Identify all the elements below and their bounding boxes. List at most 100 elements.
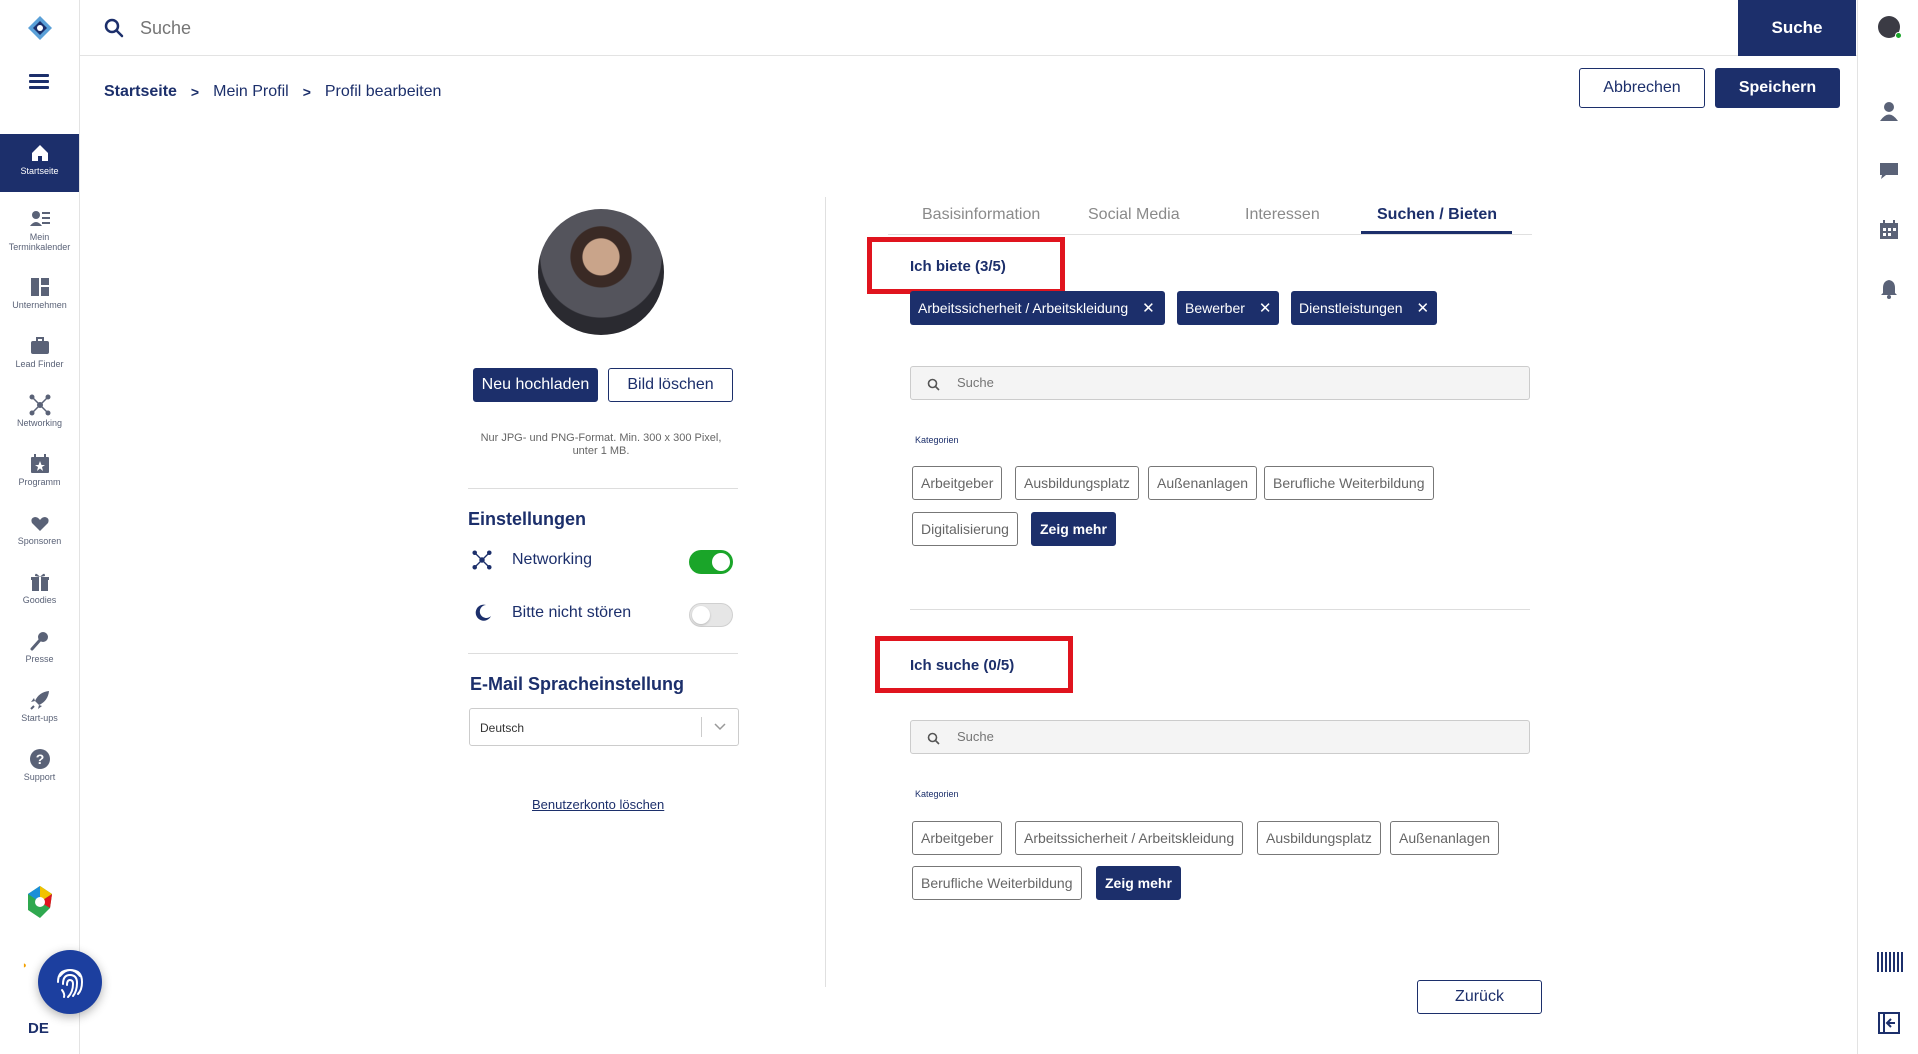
home-icon — [31, 145, 48, 161]
tab-interessen[interactable]: Interessen — [1245, 206, 1320, 224]
global-search-button[interactable]: Suche — [1738, 0, 1856, 56]
category-chip[interactable]: Ausbildungsplatz — [1015, 466, 1139, 500]
briefcase-icon — [30, 337, 49, 354]
seek-search-input[interactable] — [957, 729, 1457, 744]
profile-icon[interactable] — [1878, 100, 1900, 122]
active-tab-indicator — [1361, 231, 1512, 234]
email-language-title: E-Mail Spracheinstellung — [470, 674, 685, 694]
category-chip[interactable]: Außenanlagen — [1148, 466, 1258, 500]
do-not-disturb-label: Bitte nicht stören — [512, 604, 632, 621]
calendar-icon[interactable] — [1878, 219, 1900, 241]
search-icon — [927, 732, 940, 745]
partner-logo-small: ◗ — [22, 960, 28, 970]
category-chip[interactable]: Arbeitssicherheit / Arbeitskleidung — [1015, 821, 1244, 855]
menu-icon[interactable] — [29, 74, 49, 90]
show-more-button[interactable]: Zeig mehr — [1096, 866, 1181, 900]
search-icon — [927, 378, 940, 391]
right-sidebar — [1857, 0, 1918, 1054]
sidebar-item-startseite[interactable]: Startseite — [0, 134, 79, 192]
sidebar-item-start-ups[interactable]: Start-ups — [0, 681, 79, 739]
fingerprint-button[interactable] — [38, 950, 102, 1014]
sidebar-item-lead-finder[interactable]: Lead Finder — [0, 327, 79, 385]
top-bar: Suche — [80, 0, 1857, 56]
partner-logo-icon — [28, 886, 52, 918]
email-language-select[interactable]: Deutsch — [469, 708, 739, 746]
upload-photo-button[interactable]: Neu hochladen — [473, 368, 598, 402]
companies-icon — [30, 278, 49, 296]
networking-toggle[interactable] — [689, 550, 733, 574]
sidebar-item-unternehmen[interactable]: Unternehmen — [0, 268, 79, 326]
breadcrumb-current: Profil bearbeiten — [324, 83, 442, 100]
collapse-panel-icon[interactable] — [1878, 1012, 1900, 1034]
category-chip[interactable]: Außenanlagen — [1390, 821, 1500, 855]
sidebar-item-goodies[interactable]: Goodies — [0, 563, 79, 621]
save-button[interactable]: Speichern — [1715, 68, 1840, 108]
sidebar-item-networking[interactable]: Networking — [0, 386, 79, 444]
selected-chip[interactable]: Arbeitssicherheit / Arbeitskleidung ✕ — [910, 291, 1165, 325]
close-icon[interactable]: ✕ — [1417, 299, 1430, 317]
category-chip[interactable]: Berufliche Weiterbildung — [912, 866, 1082, 900]
seek-title: Ich suche (0/5) — [910, 657, 1015, 674]
sidebar-item-support[interactable]: ? Support — [0, 740, 79, 798]
calendar-people-icon — [29, 211, 50, 226]
search-icon — [104, 18, 124, 38]
heart-hand-icon — [30, 517, 49, 531]
tab-basisinformation[interactable]: Basisinformation — [922, 206, 1040, 224]
language-switch[interactable]: DE — [28, 1020, 49, 1037]
chevron-down-icon — [714, 723, 726, 731]
settings-title: Einstellungen — [468, 509, 587, 529]
chip-label: Dienstleistungen — [1299, 300, 1403, 316]
sidebar-item-label: Sponsoren — [17, 536, 62, 546]
divider — [468, 488, 738, 489]
chat-icon[interactable] — [1878, 160, 1900, 182]
category-chip[interactable]: Arbeitgeber — [912, 821, 1003, 855]
sidebar-item-label: Networking — [16, 418, 63, 428]
online-status-dot — [1895, 32, 1902, 39]
barcode-icon[interactable] — [1876, 950, 1904, 974]
do-not-disturb-toggle[interactable] — [689, 603, 733, 627]
seek-categories-label: Kategorien — [915, 789, 959, 799]
program-icon — [30, 454, 49, 473]
selected-chip[interactable]: Dienstleistungen ✕ — [1291, 291, 1437, 325]
column-separator — [825, 197, 826, 987]
breadcrumb-profile[interactable]: Mein Profil — [213, 83, 289, 101]
show-more-button[interactable]: Zeig mehr — [1031, 512, 1116, 546]
profile-photo — [538, 209, 664, 335]
chip-label: Bewerber — [1185, 300, 1245, 316]
offer-search-field[interactable] — [910, 366, 1530, 400]
chevron-right-icon: > — [302, 84, 311, 100]
global-search-input[interactable] — [140, 14, 740, 42]
close-icon[interactable]: ✕ — [1142, 299, 1155, 317]
sidebar-item-presse[interactable]: Presse — [0, 622, 79, 680]
breadcrumb-home[interactable]: Startseite — [104, 83, 177, 101]
offer-categories-label: Kategorien — [915, 435, 959, 445]
tab-social-media[interactable]: Social Media — [1088, 206, 1180, 224]
seek-search-field[interactable] — [910, 720, 1530, 754]
category-chip[interactable]: Digitalisierung — [912, 512, 1018, 546]
photo-requirements-note: Nur JPG- und PNG-Format. Min. 300 x 300 … — [480, 432, 722, 457]
sidebar-item-terminkalender[interactable]: Mein Terminkalender — [0, 200, 79, 258]
left-sidebar: Startseite Mein Terminkalender Unternehm… — [0, 0, 80, 1054]
user-avatar[interactable] — [1878, 16, 1902, 39]
network-icon — [29, 394, 50, 416]
svg-text:?: ? — [35, 751, 44, 767]
offer-search-input[interactable] — [957, 375, 1457, 390]
tab-suchen-bieten[interactable]: Suchen / Bieten — [1377, 206, 1497, 224]
sidebar-item-sponsoren[interactable]: Sponsoren — [0, 504, 79, 562]
sidebar-item-programm[interactable]: Programm — [0, 445, 79, 503]
category-chip[interactable]: Berufliche Weiterbildung — [1264, 466, 1434, 500]
back-button[interactable]: Zurück — [1417, 980, 1542, 1014]
category-chip[interactable]: Ausbildungsplatz — [1257, 821, 1381, 855]
breadcrumb: Startseite > Mein Profil > Profil bearbe… — [104, 83, 441, 101]
delete-account-link[interactable]: Benutzerkonto löschen — [532, 797, 664, 812]
close-icon[interactable]: ✕ — [1259, 299, 1272, 317]
selected-chip[interactable]: Bewerber ✕ — [1177, 291, 1279, 325]
offer-title: Ich biete (3/5) — [910, 258, 1006, 275]
app-logo-icon[interactable] — [26, 14, 54, 42]
cancel-button[interactable]: Abbrechen — [1579, 68, 1705, 108]
sidebar-item-label: Start-ups — [21, 713, 58, 723]
bell-icon[interactable] — [1878, 278, 1900, 300]
category-chip[interactable]: Arbeitgeber — [912, 466, 1003, 500]
delete-photo-button[interactable]: Bild löschen — [608, 368, 733, 402]
moon-icon — [475, 604, 491, 621]
